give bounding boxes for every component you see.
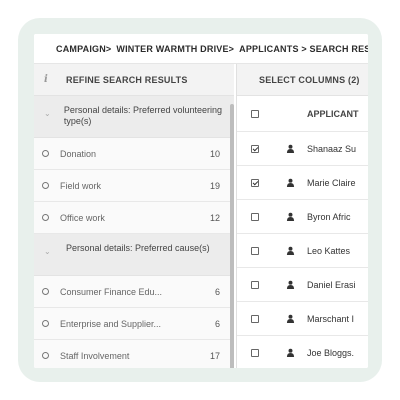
- filter-option-consumer-finance[interactable]: Consumer Finance Edu... 6: [34, 276, 234, 308]
- radio-button[interactable]: [42, 320, 49, 327]
- applicant-name[interactable]: Marschant I: [307, 314, 368, 324]
- filter-option-label: Field work: [60, 180, 102, 191]
- filter-option-office-work[interactable]: Office work 12: [34, 202, 234, 234]
- row-checkbox[interactable]: [251, 348, 259, 357]
- filter-option-enterprise-supplier[interactable]: Enterprise and Supplier... 6: [34, 308, 234, 340]
- table-row[interactable]: Marie Claire: [237, 166, 368, 200]
- chevron-down-icon: ⌄: [44, 247, 51, 256]
- row-checkbox[interactable]: [251, 212, 259, 221]
- row-checkbox[interactable]: [251, 178, 259, 187]
- column-header-applicant[interactable]: APPLICANT: [307, 109, 368, 119]
- radio-button[interactable]: [42, 352, 49, 359]
- filter-option-label: Enterprise and Supplier...: [60, 318, 162, 329]
- filter-option-count: 19: [209, 180, 220, 191]
- row-checkbox[interactable]: [251, 144, 259, 153]
- person-icon: [286, 314, 295, 323]
- table-row[interactable]: Marschant I: [237, 302, 368, 336]
- filter-option-count: 6: [214, 286, 220, 297]
- table-row[interactable]: Byron Afric: [237, 200, 368, 234]
- radio-button[interactable]: [42, 288, 49, 295]
- info-icon: i: [44, 74, 48, 85]
- breadcrumb-applicants-search[interactable]: APPLICANTS > SEARCH RESU: [239, 44, 368, 54]
- breadcrumb: CAMPAIGN> WINTER WARMTH DRIVE> APPLICANT…: [34, 34, 368, 64]
- filter-option-count: 10: [209, 148, 220, 159]
- radio-button[interactable]: [42, 182, 49, 189]
- person-icon: [286, 178, 295, 187]
- person-icon: [286, 144, 295, 153]
- refine-search-title: REFINE SEARCH RESULTS: [66, 74, 188, 85]
- results-panel: SELECT COLUMNS (2) APPLICANT Shanaaz Su M…: [236, 64, 368, 368]
- table-row[interactable]: Shanaaz Su: [237, 132, 368, 166]
- table-row[interactable]: Leo Kattes: [237, 234, 368, 268]
- row-checkbox[interactable]: [251, 314, 259, 323]
- filter-option-label: Donation: [60, 148, 97, 159]
- app-card: CAMPAIGN> WINTER WARMTH DRIVE> APPLICANT…: [34, 34, 368, 368]
- table-header-row: APPLICANT: [237, 96, 368, 132]
- person-icon: [286, 212, 295, 221]
- row-checkbox[interactable]: [251, 280, 259, 289]
- select-columns-button[interactable]: SELECT COLUMNS (2): [237, 64, 368, 96]
- person-icon: [286, 246, 295, 255]
- filter-option-label: Office work: [60, 212, 105, 223]
- refine-search-panel: i REFINE SEARCH RESULTS ⌄ Personal detai…: [34, 64, 234, 368]
- breadcrumb-winter-warmth-drive[interactable]: WINTER WARMTH DRIVE>: [116, 44, 234, 54]
- radio-button[interactable]: [42, 150, 49, 157]
- select-all-checkbox[interactable]: [251, 109, 259, 118]
- person-icon: [286, 348, 295, 357]
- applicant-name[interactable]: Daniel Erasi: [307, 280, 368, 290]
- applicant-name[interactable]: Leo Kattes: [307, 246, 368, 256]
- filter-option-count: 6: [214, 318, 220, 329]
- row-checkbox[interactable]: [251, 246, 259, 255]
- panel-resize-handle[interactable]: [230, 104, 234, 368]
- filter-option-count: 12: [209, 212, 220, 223]
- filter-option-label: Consumer Finance Edu...: [60, 286, 163, 297]
- filter-option-donation[interactable]: Donation 10: [34, 138, 234, 170]
- filter-group-volunteering-type[interactable]: ⌄ Personal details: Preferred volunteeri…: [34, 96, 234, 138]
- applicant-name[interactable]: Marie Claire: [307, 178, 368, 188]
- applicant-name[interactable]: Byron Afric: [307, 212, 368, 222]
- filter-option-label: Staff Involvement: [60, 350, 130, 361]
- applicant-name[interactable]: Joe Bloggs.: [307, 348, 368, 358]
- filter-group-title: Personal details: Preferred volunteering…: [63, 105, 223, 126]
- chevron-down-icon: ⌄: [44, 109, 51, 118]
- breadcrumb-campaign[interactable]: CAMPAIGN>: [56, 44, 111, 54]
- table-row[interactable]: Joe Bloggs.: [237, 336, 368, 368]
- filter-group-preferred-cause[interactable]: ⌄ Personal details: Preferred cause(s): [34, 234, 234, 276]
- filter-option-staff-involvement[interactable]: Staff Involvement 17: [34, 340, 234, 368]
- person-icon: [286, 280, 295, 289]
- applicant-name[interactable]: Shanaaz Su: [307, 144, 368, 154]
- radio-button[interactable]: [42, 214, 49, 221]
- refine-search-header: i REFINE SEARCH RESULTS: [34, 64, 234, 96]
- filter-option-count: 17: [209, 350, 220, 361]
- filter-group-title: Personal details: Preferred cause(s): [66, 243, 210, 253]
- applicant-rows: Shanaaz Su Marie Claire Byron Afric Leo Kat…: [237, 132, 368, 368]
- filter-option-field-work[interactable]: Field work 19: [34, 170, 234, 202]
- table-row[interactable]: Daniel Erasi: [237, 268, 368, 302]
